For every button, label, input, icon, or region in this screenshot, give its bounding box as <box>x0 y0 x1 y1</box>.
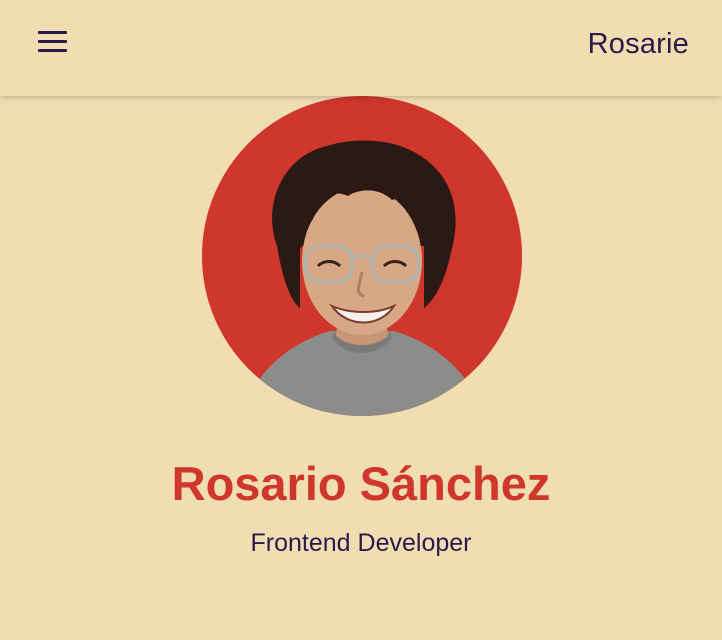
hamburger-menu-icon[interactable] <box>38 30 68 54</box>
profile-role: Frontend Developer <box>250 529 472 557</box>
brand-link[interactable]: Rosarie <box>588 28 689 61</box>
profile-photo <box>202 96 522 416</box>
menu-bar-line <box>38 49 67 52</box>
avatar <box>202 96 522 416</box>
profile-name: Rosario Sánchez <box>171 457 551 510</box>
menu-bar-line <box>38 40 67 43</box>
top-navbar: Rosarie <box>0 0 722 96</box>
menu-bar-line <box>38 31 67 34</box>
